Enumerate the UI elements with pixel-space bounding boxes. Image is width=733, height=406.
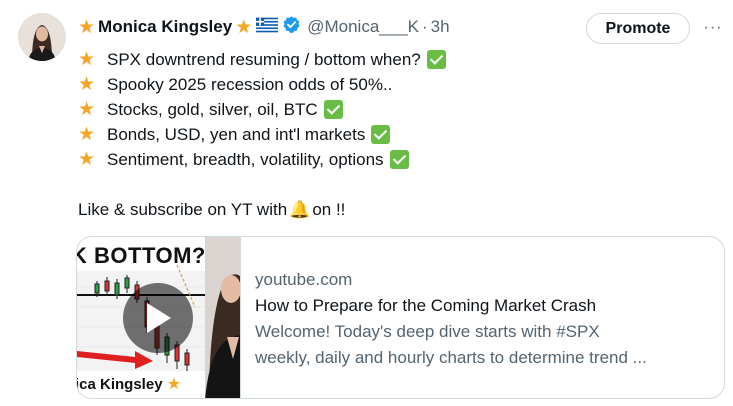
video-thumbnail[interactable]: K BOTTOM? ica Kingsley ★ (77, 237, 241, 398)
bullet-line: ★ Spooky 2025 recession odds of 50%.. (78, 72, 678, 97)
star-icon: ★ (78, 124, 96, 145)
star-icon: ★ (78, 74, 96, 95)
verified-badge-icon[interactable] (282, 15, 301, 39)
check-mark-icon (323, 100, 343, 119)
more-options-icon[interactable]: ··· (700, 15, 726, 41)
bullet-text: Spooky 2025 recession odds of 50%.. (107, 75, 393, 94)
bullet-text: SPX downtrend resuming / bottom when? (107, 50, 421, 69)
card-title[interactable]: How to Prepare for the Coming Market Cra… (255, 293, 715, 319)
play-icon[interactable] (123, 283, 193, 353)
link-preview-card[interactable]: K BOTTOM? ica Kingsley ★ youtube.com How… (76, 236, 725, 399)
star-icon: ★ (235, 16, 253, 38)
check-mark-icon (426, 50, 446, 69)
bullet-line: ★ Sentiment, breadth, volatility, option… (78, 147, 678, 172)
thumbnail-title: K BOTTOM? (77, 243, 206, 268)
tweet-text: ★ SPX downtrend resuming / bottom when? … (78, 47, 678, 222)
bullet-text: Sentiment, breadth, volatility, options (107, 150, 384, 169)
greek-flag-icon (256, 17, 279, 38)
bullet-text: Bonds, USD, yen and int'l markets (107, 125, 366, 144)
star-icon: ★ (78, 99, 96, 120)
star-icon: ★ (78, 16, 96, 38)
tweet-header: ★ Monica Kingsley ★ @Monica___K · 3h (78, 16, 450, 38)
check-mark-icon (371, 125, 391, 144)
author-name[interactable]: Monica Kingsley (98, 17, 232, 37)
bullet-line: ★ SPX downtrend resuming / bottom when? (78, 47, 678, 72)
cta-line: Like & subscribe on YT with 🔔 on !! (78, 197, 678, 222)
bell-icon: 🔔 (289, 200, 311, 219)
avatar-image (18, 13, 66, 61)
avatar[interactable] (18, 13, 66, 61)
cta-text-before: Like & subscribe on YT with (78, 200, 288, 219)
promote-button[interactable]: Promote (586, 13, 690, 44)
bullet-line: ★ Bonds, USD, yen and int'l markets (78, 122, 678, 147)
thumbnail-caption-text: ica Kingsley (77, 376, 163, 393)
card-description-line: weekly, daily and hourly charts to deter… (255, 348, 647, 367)
star-icon: ★ (78, 49, 96, 70)
author-handle[interactable]: @Monica___K (307, 17, 419, 37)
separator-dot: · (422, 17, 428, 36)
card-domain: youtube.com (255, 270, 353, 289)
thumbnail-caption: ica Kingsley ★ (77, 374, 181, 394)
star-icon: ★ (166, 376, 182, 393)
card-description-line: Welcome! Today's deep dive starts with #… (255, 322, 600, 341)
card-meta: youtube.com How to Prepare for the Comin… (255, 267, 715, 371)
check-mark-icon (389, 150, 409, 169)
star-icon: ★ (78, 149, 96, 170)
cta-text-after: on !! (312, 200, 346, 219)
timestamp[interactable]: 3h (431, 17, 450, 37)
bullet-text: Stocks, gold, silver, oil, BTC (107, 100, 318, 119)
bullet-line: ★ Stocks, gold, silver, oil, BTC (78, 97, 678, 122)
